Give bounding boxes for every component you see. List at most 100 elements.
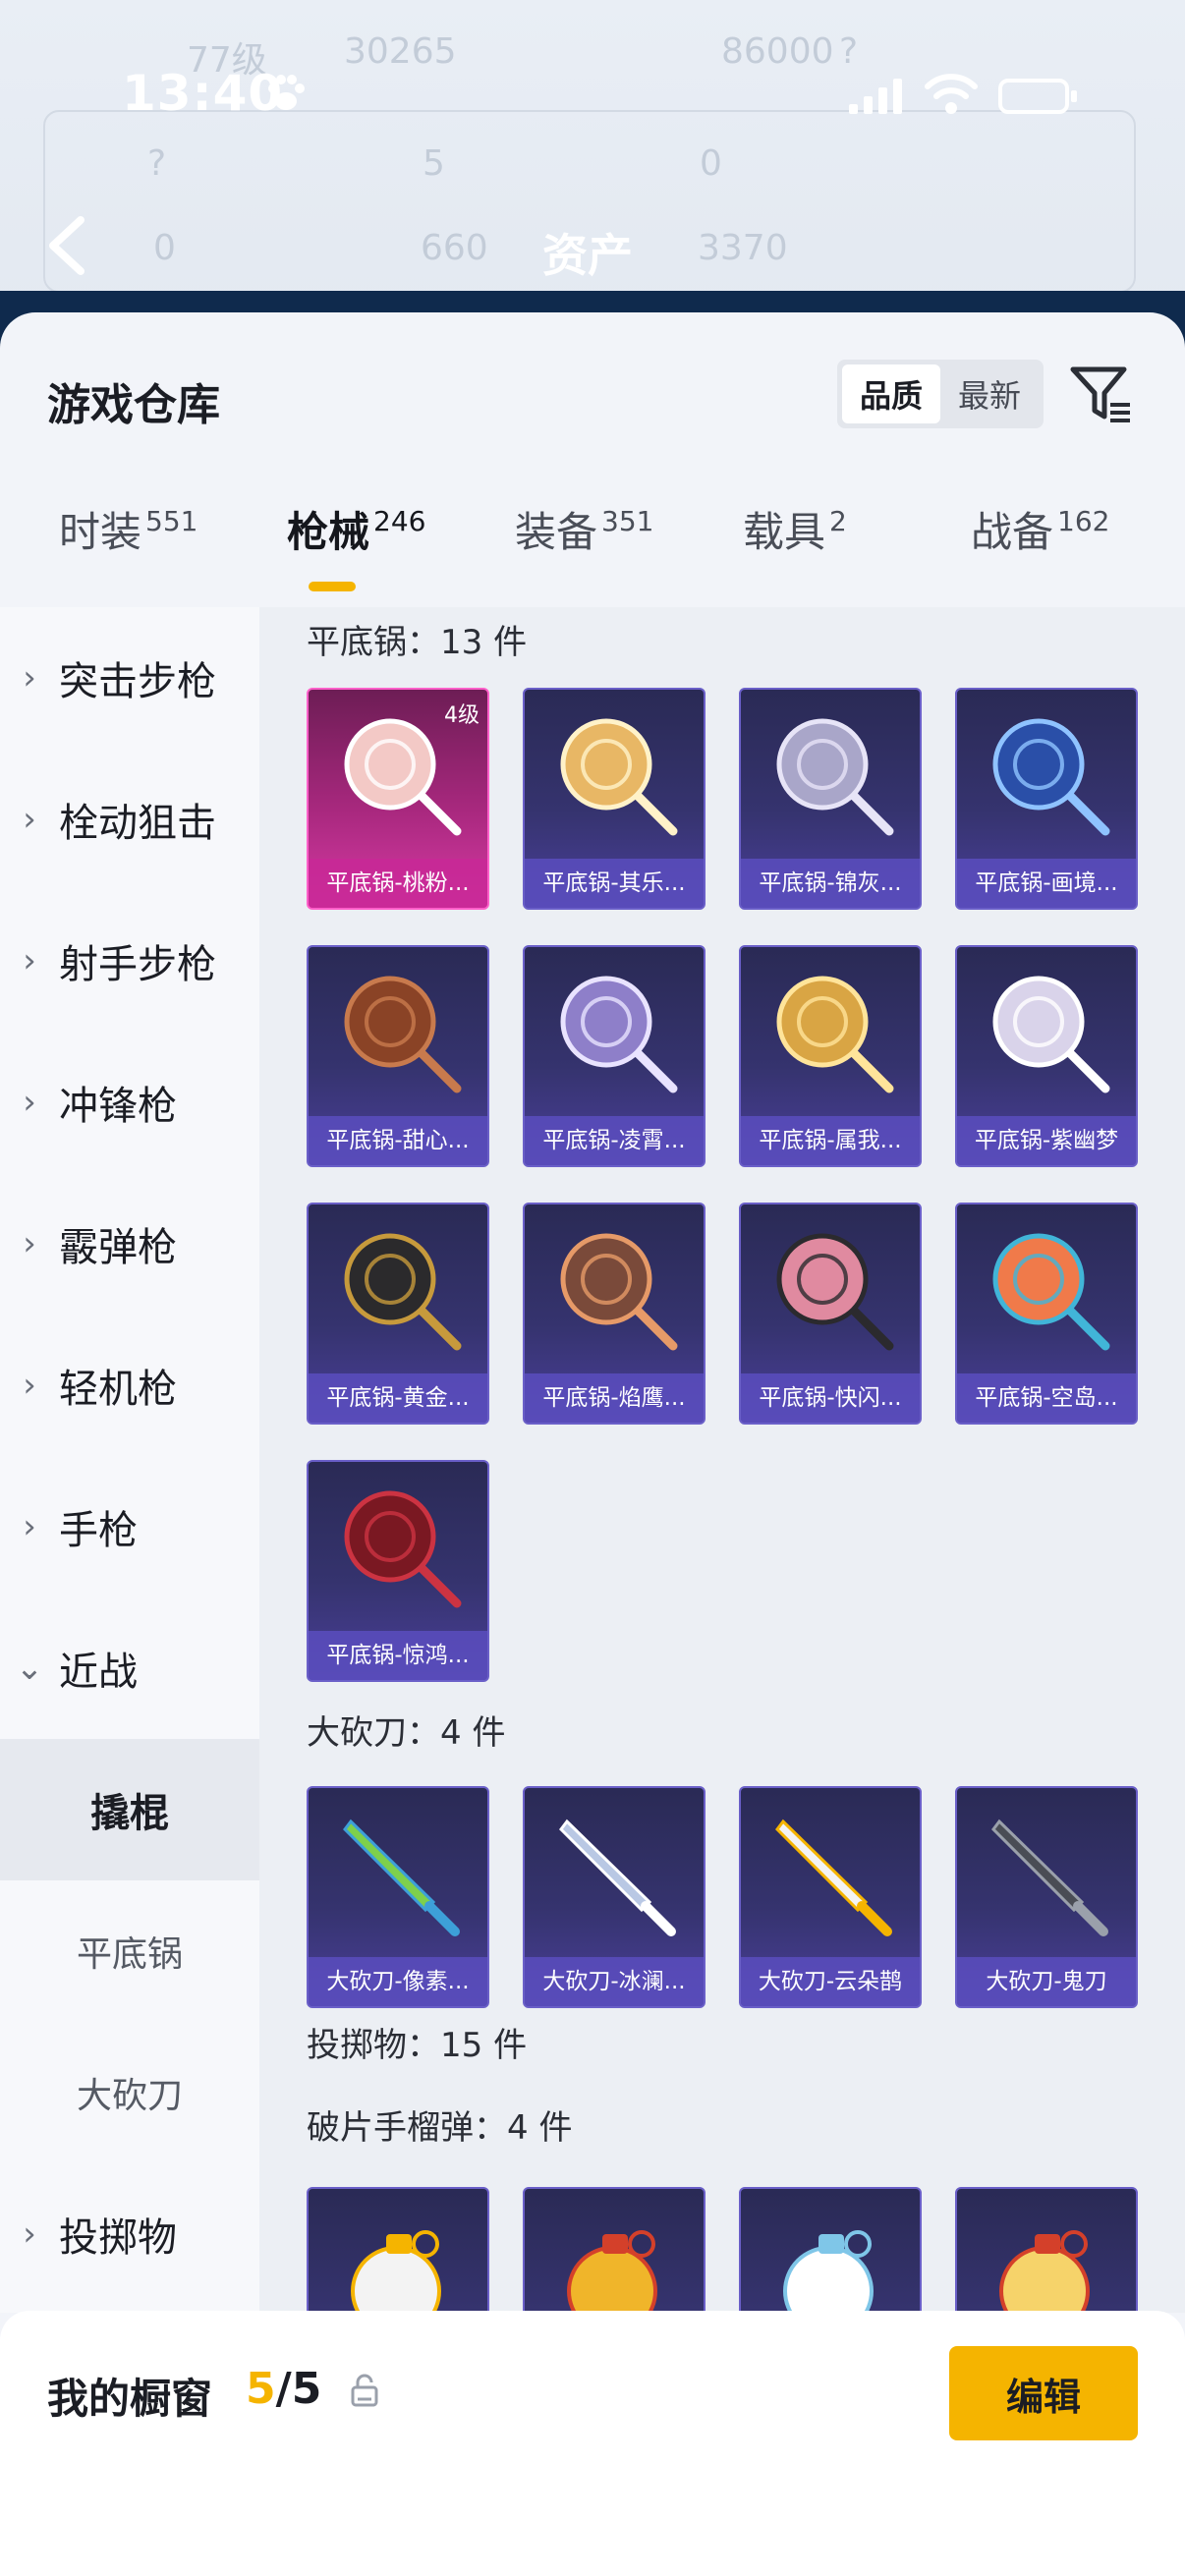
section-title-machete: 大砍刀：4 件 [307,1713,506,1753]
item-card[interactable]: 平底锅-画境... [955,688,1138,910]
page-title: 资产 [542,229,633,282]
sidebar-item-lmg[interactable]: › 轻机枪 [0,1315,259,1456]
active-tab-indicator [309,582,356,591]
sidebar-subitem-pan[interactable]: 平底锅 [0,1880,259,2022]
category-tabs: 时装 551 枪械 246 装备 351 载具 2 战备 162 [0,499,1185,597]
item-name: 平底锅-焰鹰... [525,1373,704,1423]
sidebar-item-marksman-rifle[interactable]: › 射手步枪 [0,890,259,1032]
tab-label: 战备 [971,508,1054,556]
ghost-value: 86000 [721,31,834,72]
sidebar-item-pistol[interactable]: › 手枪 [0,1456,259,1597]
wifi-icon [925,74,978,114]
item-card[interactable]: 平底锅-属我... [739,945,922,1167]
item-name: 平底锅-桃粉... [309,859,487,908]
chevron-right-icon: › [23,658,36,698]
sort-option-newest[interactable]: 最新 [940,364,1039,423]
chevron-right-icon: › [23,1507,36,1546]
item-name: 平底锅-空岛... [957,1373,1136,1423]
item-card[interactable]: 平底锅-惊鸿... [307,1460,489,1682]
grenade-icon [351,2230,441,2313]
pan-icon [992,1233,1110,1351]
tab-label: 时装 [59,508,142,556]
sidebar-item-shotgun[interactable]: › 霰弹枪 [0,1173,259,1315]
ghost-value: 0 [700,143,722,184]
item-card[interactable]: 平底锅-甜心... [307,945,489,1167]
sidebar-item-bolt-sniper[interactable]: › 栓动狙击 [0,749,259,890]
item-card[interactable]: 大砍刀-鬼刀 [955,1786,1138,2008]
sidebar-item-label: 突击步枪 [59,659,216,704]
warehouse-sheet: 游戏仓库 品质 最新 时装 551 枪械 246 装备 351 载具 2 战备 162 ›… [0,312,1185,2576]
sidebar-item-melee[interactable]: ⌄ 近战 [0,1597,259,1739]
tab-firearms[interactable]: 枪械 246 [287,499,425,597]
item-name: 大砍刀-鬼刀 [957,1957,1136,2006]
item-card[interactable] [955,2187,1138,2313]
item-card[interactable]: 平底锅-空岛... [955,1203,1138,1425]
signal-icon [849,79,902,114]
machete-icon [559,1819,676,1936]
item-card[interactable]: 平底锅-其乐... [523,688,705,910]
chevron-right-icon: › [23,1083,36,1122]
lock-icon [351,2374,378,2407]
tab-count: 246 [373,505,426,537]
sidebar: › 突击步枪 › 栓动狙击 › 射手步枪 › 冲锋枪 › 霰弹枪 › 轻机枪 › 手枪 ⌄ 近战… [0,607,259,2313]
item-card[interactable] [523,2187,705,2313]
pan-icon [344,1490,462,1608]
item-card[interactable]: 平底锅-快闪... [739,1203,922,1425]
item-card[interactable]: 平底锅-凌霄... [523,945,705,1167]
item-card[interactable]: 4级 平底锅-桃粉... [307,688,489,910]
sort-option-quality[interactable]: 品质 [842,364,940,423]
sidebar-item-throwables[interactable]: › 投掷物 [0,2163,259,2305]
item-name: 平底锅-锦灰... [741,859,920,908]
showcase-bar: 我的橱窗 5/5 编辑 [0,2311,1185,2576]
tab-equipment[interactable]: 装备 351 [515,499,653,597]
machete-icon [991,1819,1108,1936]
pan-icon [344,1233,462,1351]
item-card[interactable] [739,2187,922,2313]
sidebar-item-label: 投掷物 [59,2215,177,2261]
sidebar-item-label: 射手步枪 [59,942,216,987]
sidebar-subitem-crowbar[interactable]: 撬棍 [0,1739,259,1880]
showcase-title: 我的橱窗 [47,2375,213,2423]
pan-icon [560,976,678,1093]
tab-fashion[interactable]: 时装 551 [59,499,198,597]
tab-battle-gear[interactable]: 战备 162 [971,499,1109,597]
ghost-value: ? [839,31,859,72]
item-name: 平底锅-其乐... [525,859,704,908]
paw-icon [268,75,305,110]
item-card[interactable]: 大砍刀-冰澜... [523,1786,705,2008]
item-card[interactable]: 平底锅-黄金... [307,1203,489,1425]
chevron-left-icon[interactable] [43,214,92,277]
filter-icon[interactable] [1069,362,1134,426]
machete-icon [343,1819,460,1936]
grenade-icon [783,2230,874,2313]
section-title-throwables: 投掷物：15 件 [307,2026,528,2065]
sheet-title: 游戏仓库 [47,380,220,430]
tab-vehicles[interactable]: 载具 2 [743,499,847,597]
item-card[interactable]: 平底锅-锦灰... [739,688,922,910]
sidebar-item-label: 近战 [59,1650,138,1695]
edit-button[interactable]: 编辑 [949,2346,1138,2440]
item-card[interactable]: 平底锅-焰鹰... [523,1203,705,1425]
grenade-icon [567,2230,657,2313]
sidebar-subitem-machete[interactable]: 大砍刀 [0,2022,259,2163]
pan-icon [992,976,1110,1093]
sidebar-item-smg[interactable]: › 冲锋枪 [0,1032,259,1173]
item-card[interactable]: 大砍刀-像素... [307,1786,489,2008]
item-name: 平底锅-画境... [957,859,1136,908]
sidebar-item-assault-rifle[interactable]: › 突击步枪 [0,607,259,749]
item-card[interactable]: 大砍刀-云朵鹊 [739,1786,922,2008]
background-header: 77级 30265 86000 ? ? 5 0 0 660 3370 资产 13… [0,0,1185,314]
machete-icon [775,1819,892,1936]
item-card[interactable]: 平底锅-紫幽梦 [955,945,1138,1167]
section-title-frag-grenade: 破片手榴弹：4 件 [307,2108,573,2148]
sort-toggle[interactable]: 品质 最新 [837,360,1044,428]
tab-label: 载具 [743,508,826,556]
item-name: 大砍刀-像素... [309,1957,487,2006]
item-name: 平底锅-快闪... [741,1373,920,1423]
ghost-value: 5 [423,143,445,184]
grenade-icon [999,2230,1090,2313]
item-card[interactable] [307,2187,489,2313]
pan-icon [776,718,894,836]
showcase-count: 5/5 [246,2364,321,2414]
chevron-right-icon: › [23,1224,36,1263]
